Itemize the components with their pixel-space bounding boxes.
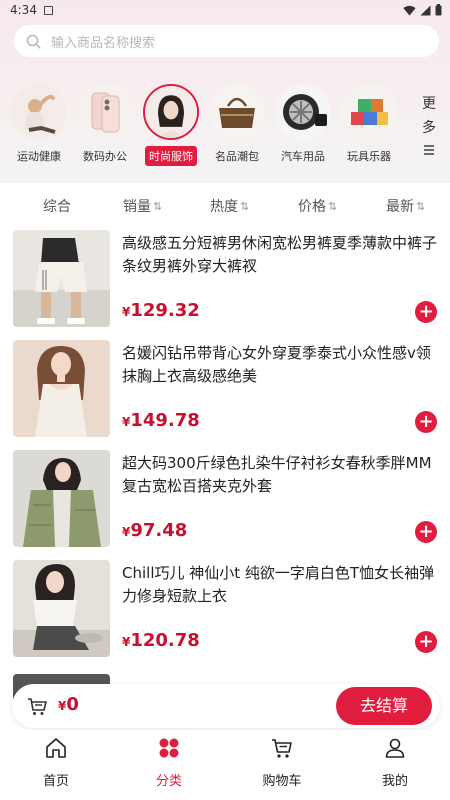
category-digital-office[interactable]: 数码办公 [72, 84, 138, 166]
product-price: ¥120.78 [122, 630, 200, 651]
status-bar: 4:34 [0, 0, 450, 22]
battery-icon [435, 4, 442, 16]
sort-arrows-icon: ⇅ [328, 199, 337, 213]
sort-bar: 综合 销量 ⇅ 热度 ⇅ 价格 ⇅ 最新 ⇅ [0, 196, 450, 222]
car-wheel-photo-icon [275, 84, 331, 140]
sort-arrows-icon: ⇅ [240, 199, 249, 213]
tab-profile[interactable]: 我的 [355, 736, 435, 789]
profile-icon [385, 738, 405, 758]
sort-sales[interactable]: 销量 ⇅ [123, 196, 162, 216]
cart-total-value: 0 [66, 694, 79, 715]
category-fashion[interactable]: 时尚服饰 [138, 84, 204, 166]
product-title[interactable]: 名媛闪钻吊带背心女外穿夏季泰式小众性感v领抹胸上衣高级感绝美 [122, 342, 440, 388]
handbag-photo-icon [209, 84, 265, 140]
tab-label: 购物车 [262, 774, 302, 789]
menu-icon [424, 145, 434, 155]
fashion-woman-photo-icon [143, 84, 199, 140]
more-categories-button[interactable]: 更多 [420, 92, 438, 164]
product-image[interactable] [13, 230, 110, 327]
cart-summary-bar: ¥0 去结算 [12, 684, 440, 728]
category-label: 玩具乐器 [347, 150, 391, 163]
product-image[interactable] [13, 340, 110, 437]
tab-home[interactable]: 首页 [16, 736, 96, 789]
status-time: 4:34 [10, 3, 37, 17]
tab-label: 我的 [381, 774, 408, 789]
product-title[interactable]: 超大码300斤绿色扎染牛仔衬衫女春秋季胖MM复古宽松百搭夹克外套 [122, 452, 440, 498]
product-item[interactable]: Chill巧儿 神仙小t 纯欲一字肩白色T恤女长袖弹力修身短款上衣 ¥120.7… [0, 560, 450, 660]
price-value: 120.78 [130, 630, 200, 651]
category-label: 数码办公 [83, 150, 127, 163]
plus-icon: + [418, 301, 434, 322]
product-price: ¥149.78 [122, 410, 200, 431]
add-to-cart-button[interactable]: + [415, 411, 437, 433]
sort-label: 热度 [210, 199, 238, 215]
product-price: ¥129.32 [122, 300, 200, 321]
product-item[interactable]: 超大码300斤绿色扎染牛仔衬衫女春秋季胖MM复古宽松百搭夹克外套 ¥97.48 … [0, 450, 450, 550]
category-toys-instruments[interactable]: 玩具乐器 [336, 84, 402, 166]
product-image[interactable] [13, 560, 110, 657]
signal-icon [420, 5, 431, 15]
tab-cart[interactable]: 购物车 [242, 736, 322, 789]
sort-label: 综合 [43, 199, 71, 215]
category-icon [159, 738, 179, 758]
plus-icon: + [418, 631, 434, 652]
product-image[interactable] [13, 450, 110, 547]
product-item[interactable]: 高级感五分短裤男休闲宽松男裤夏季薄款中裤子条纹男裤外穿大裤衩 ¥129.32 + [0, 230, 450, 330]
category-luxury-bags[interactable]: 名品潮包 [204, 84, 270, 166]
category-label: 汽车用品 [281, 150, 325, 163]
category-sports-health[interactable]: 运动健康 [6, 84, 72, 166]
sort-newest[interactable]: 最新 ⇅ [386, 196, 425, 216]
toy-blocks-photo-icon [341, 84, 397, 140]
add-to-cart-button[interactable]: + [415, 631, 437, 653]
sort-label: 销量 [123, 199, 151, 215]
sort-label: 价格 [298, 199, 326, 215]
notification-icon [44, 6, 53, 15]
cart-icon [272, 739, 292, 758]
add-to-cart-button[interactable]: + [415, 301, 437, 323]
sort-arrows-icon: ⇅ [416, 199, 425, 213]
home-icon [46, 738, 66, 758]
category-label: 运动健康 [17, 150, 61, 163]
plus-icon: + [418, 521, 434, 542]
category-car-supplies[interactable]: 汽车用品 [270, 84, 336, 166]
tab-label: 首页 [42, 774, 69, 789]
product-title[interactable]: Chill巧儿 神仙小t 纯欲一字肩白色T恤女长袖弹力修身短款上衣 [122, 562, 440, 608]
cart-total: ¥0 [58, 694, 79, 715]
add-to-cart-button[interactable]: + [415, 521, 437, 543]
more-label: 更多 [422, 96, 436, 136]
product-title[interactable]: 高级感五分短裤男休闲宽松男裤夏季薄款中裤子条纹男裤外穿大裤衩 [122, 232, 440, 278]
status-icons [403, 4, 442, 16]
sort-arrows-icon: ⇅ [153, 199, 162, 213]
product-item[interactable]: 名媛闪钻吊带背心女外穿夏季泰式小众性感v领抹胸上衣高级感绝美 ¥149.78 + [0, 340, 450, 440]
smartphone-photo-icon [77, 84, 133, 140]
sort-overall[interactable]: 综合 [43, 196, 71, 216]
category-label: 时尚服饰 [145, 146, 197, 166]
sort-label: 最新 [386, 199, 414, 215]
price-value: 129.32 [130, 300, 200, 321]
cart-icon[interactable] [26, 695, 48, 717]
search-icon [26, 34, 41, 49]
price-value: 149.78 [130, 410, 200, 431]
bottom-tab-bar: 首页 分类 购物车 我的 [0, 730, 450, 800]
sort-popularity[interactable]: 热度 ⇅ [210, 196, 249, 216]
search-bar[interactable]: 输入商品名称搜索 [14, 25, 439, 57]
search-placeholder: 输入商品名称搜索 [51, 35, 156, 51]
wifi-icon [403, 5, 416, 16]
price-value: 97.48 [130, 520, 188, 541]
tab-category[interactable]: 分类 [129, 736, 209, 789]
checkout-button[interactable]: 去结算 [336, 687, 432, 725]
category-label: 名品潮包 [215, 150, 259, 163]
sort-price[interactable]: 价格 ⇅ [298, 196, 337, 216]
yoga-woman-photo-icon [11, 84, 67, 140]
category-row: 运动健康 数码办公 时尚服饰 名品潮包 汽车用品 玩具乐器 [0, 84, 450, 176]
tab-label: 分类 [155, 774, 182, 789]
plus-icon: + [418, 411, 434, 432]
product-price: ¥97.48 [122, 520, 187, 541]
